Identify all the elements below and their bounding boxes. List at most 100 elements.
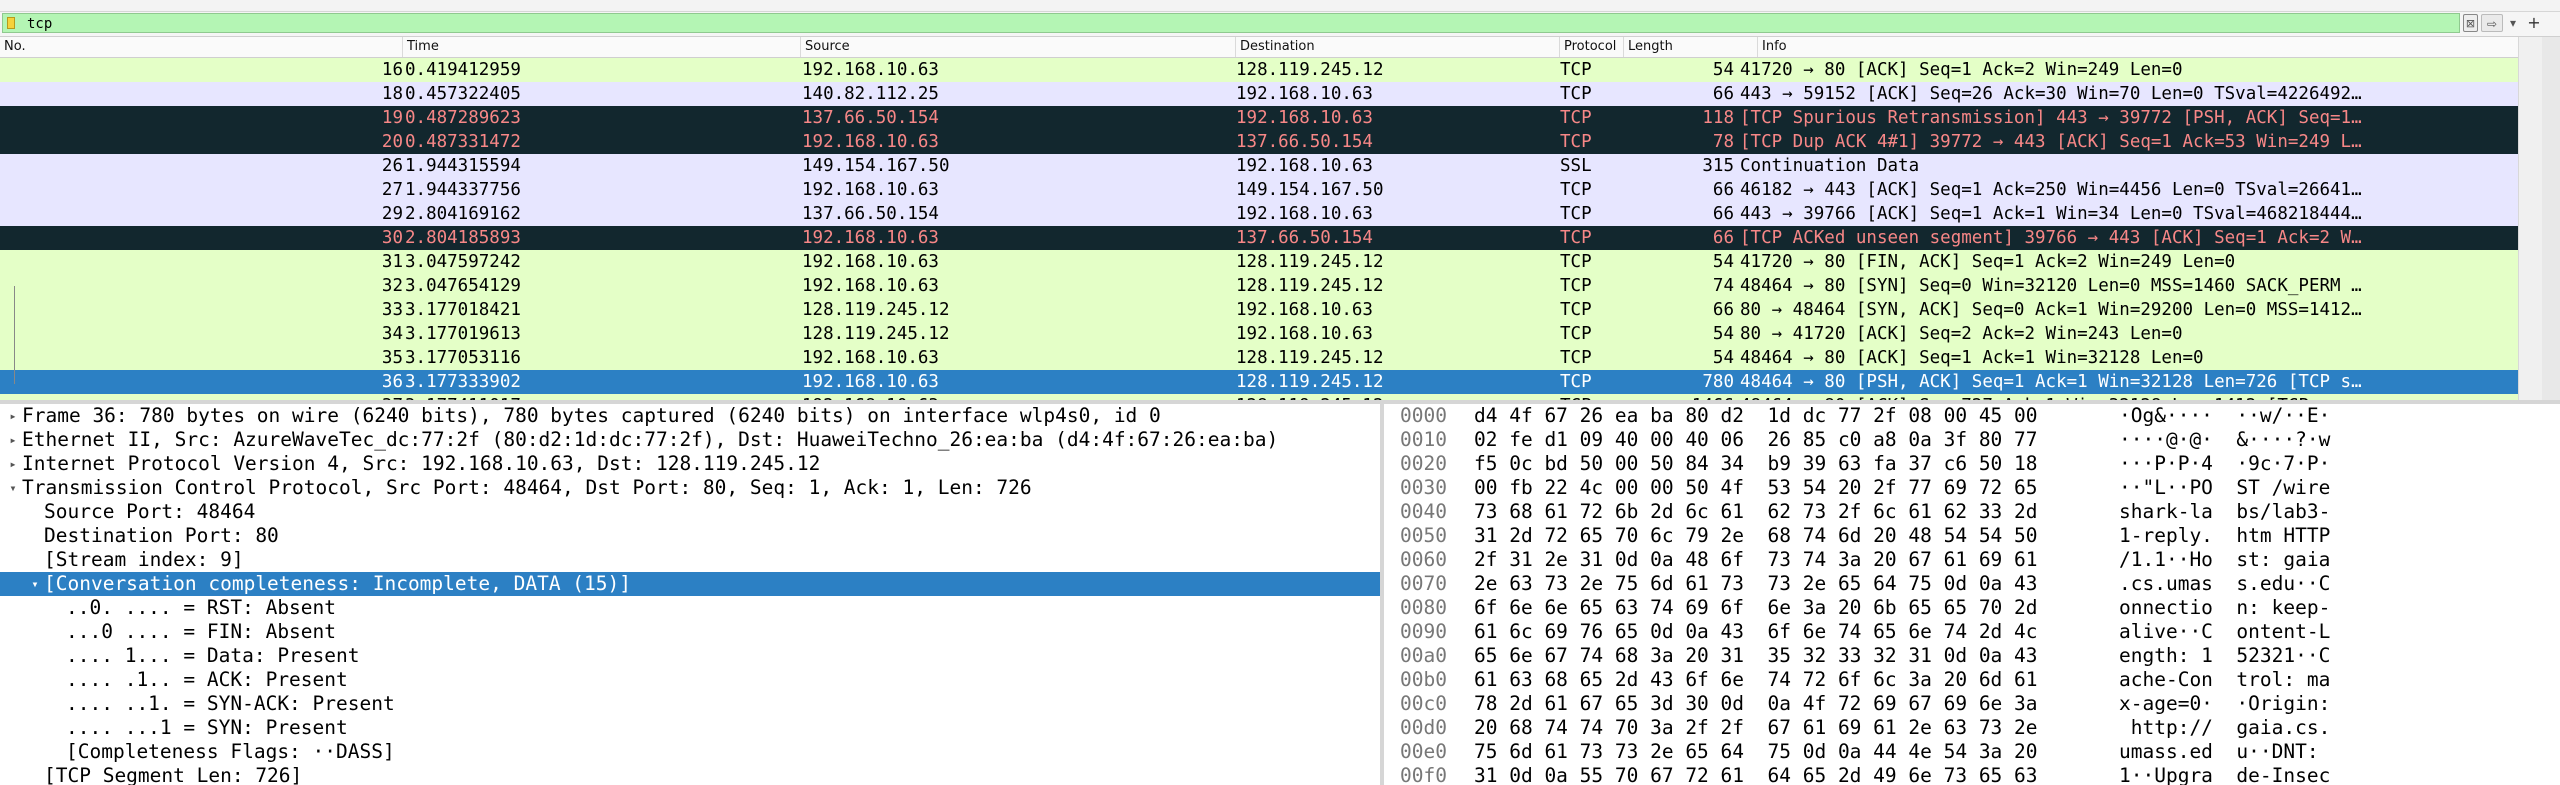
detail-tree-item[interactable]: ▸ Ethernet II, Src: AzureWaveTec_dc:77:2f… (0, 428, 1380, 452)
collapse-arrow-icon[interactable]: ▸ (6, 404, 20, 428)
packet-info: 48464 → 80 [ACK] Seq=1 Ack=1 Win=32128 L… (1740, 348, 2204, 368)
hex-row[interactable]: 00e0 75 6d 61 73 73 2e 65 64 75 0d 0a 44 … (1384, 740, 2560, 764)
detail-text: Ethernet II, Src: AzureWaveTec_dc:77:2f … (22, 428, 1279, 451)
hex-offset: 00a0 (1400, 644, 1447, 667)
detail-tree-item[interactable]: [Stream index: 9] (0, 548, 1380, 572)
hex-row[interactable]: 00a0 65 6e 67 74 68 3a 20 31 35 32 33 32 … (1384, 644, 2560, 668)
add-filter-button-icon[interactable]: + (2526, 14, 2542, 32)
column-header-destination[interactable]: Destination (1235, 37, 1562, 57)
packet-minimap[interactable] (2542, 37, 2560, 400)
hex-row[interactable]: 0040 73 68 61 72 6b 2d 6c 61 62 73 2f 6c … (1384, 500, 2560, 524)
apply-filter-icon[interactable]: ⇨ (2481, 14, 2503, 32)
packet-no: 27 (381, 180, 403, 200)
hex-ascii: .cs.umas s.edu··C (2119, 572, 2331, 595)
packet-row[interactable]: 36 3.177333902 192.168.10.63 128.119.245.12… (0, 370, 2518, 394)
recent-filters-icon[interactable]: ▾ (2506, 14, 2520, 32)
hex-row[interactable]: 0060 2f 31 2e 31 0d 0a 48 6f 73 74 3a 20 … (1384, 548, 2560, 572)
conversation-line (14, 286, 15, 384)
hex-offset: 0020 (1400, 452, 1447, 475)
hex-bytes: 2e 63 73 2e 75 6d 61 73 73 2e 65 64 75 0… (1474, 572, 2038, 595)
hex-row[interactable]: 0010 02 fe d1 09 40 00 40 06 26 85 c0 a8 … (1384, 428, 2560, 452)
detail-tree-item[interactable]: .... ...1 = SYN: Present (0, 716, 1380, 740)
hex-offset: 0050 (1400, 524, 1447, 547)
packet-bytes-pane[interactable]: 0000 d4 4f 67 26 ea ba 80 d2 1d dc 77 2f … (1384, 404, 2560, 785)
detail-tree-item[interactable]: Destination Port: 80 (0, 524, 1380, 548)
detail-tree-item[interactable]: ▾ [Conversation completeness: Incomplete,… (0, 572, 1380, 596)
hex-row[interactable]: 0000 d4 4f 67 26 ea ba 80 d2 1d dc 77 2f … (1384, 404, 2560, 428)
detail-tree-item[interactable]: ▸ Internet Protocol Version 4, Src: 192.1… (0, 452, 1380, 476)
packet-row[interactable]: 35 3.177053116 192.168.10.63 128.119.245.12… (0, 346, 2518, 370)
clear-filter-icon[interactable]: ⊠ (2463, 14, 2478, 32)
packet-row[interactable]: 30 2.804185893 192.168.10.63 137.66.50.154 T… (0, 226, 2518, 250)
detail-tree-item[interactable]: .... .1.. = ACK: Present (0, 668, 1380, 692)
packet-row[interactable]: 26 1.944315594 149.154.167.50 192.168.10.63… (0, 154, 2518, 178)
detail-tree-item[interactable]: Source Port: 48464 (0, 500, 1380, 524)
display-filter-bar: tcp ⊠ ⇨ ▾ + (0, 12, 2560, 37)
hex-row[interactable]: 00d0 20 68 74 74 70 3a 2f 2f 67 61 69 61 … (1384, 716, 2560, 740)
packet-destination: 192.168.10.63 (1236, 324, 1373, 344)
packet-length: 74 (1712, 276, 1734, 296)
detail-tree-item[interactable]: [TCP Segment Len: 726] (0, 764, 1380, 785)
collapse-arrow-icon[interactable]: ▸ (6, 428, 20, 452)
hex-bytes: 6f 6e 6e 65 63 74 69 6f 6e 3a 20 6b 65 6… (1474, 596, 2038, 619)
packet-no: 32 (381, 276, 403, 296)
detail-tree-item[interactable]: ...0 .... = FIN: Absent (0, 620, 1380, 644)
expand-arrow-icon[interactable]: ▾ (6, 476, 20, 500)
packet-row[interactable]: 34 3.177019613 128.119.245.12 192.168.10.63… (0, 322, 2518, 346)
packet-protocol: TCP (1560, 180, 1592, 200)
collapse-arrow-icon[interactable]: ▸ (6, 452, 20, 476)
column-header-info[interactable]: Info (1757, 37, 2518, 57)
detail-text: ..0. .... = RST: Absent (66, 596, 337, 619)
packet-info: 46182 → 443 [ACK] Seq=1 Ack=250 Win=4456… (1740, 180, 2362, 200)
packet-time: 3.177053116 (405, 348, 521, 368)
expand-arrow-icon[interactable]: ▾ (28, 572, 42, 596)
detail-text: .... ..1. = SYN-ACK: Present (66, 692, 395, 715)
packet-row[interactable]: 16 0.419412959 192.168.10.63 128.119.245.12… (0, 58, 2518, 82)
detail-tree-item[interactable]: ▸ Frame 36: 780 bytes on wire (6240 bits)… (0, 404, 1380, 428)
detail-text: [Stream index: 9] (44, 548, 244, 571)
column-header-protocol[interactable]: Protocol (1559, 37, 1628, 57)
hex-offset: 0070 (1400, 572, 1447, 595)
column-header-source[interactable]: Source (800, 37, 1237, 57)
packet-protocol: TCP (1560, 108, 1592, 128)
packet-row[interactable]: 31 3.047597242 192.168.10.63 128.119.245.12… (0, 250, 2518, 274)
detail-tree-item[interactable]: .... 1... = Data: Present (0, 644, 1380, 668)
packet-list-scrollbar[interactable] (2518, 37, 2543, 400)
packet-row[interactable]: 18 0.457322405 140.82.112.25 192.168.10.63 T… (0, 82, 2518, 106)
bookmark-icon[interactable] (7, 17, 15, 29)
hex-row[interactable]: 00b0 61 63 68 65 2d 43 6f 6e 74 72 6f 6c … (1384, 668, 2560, 692)
hex-row[interactable]: 0090 61 6c 69 76 65 0d 0a 43 6f 6e 74 65 … (1384, 620, 2560, 644)
hex-row[interactable]: 0020 f5 0c bd 50 00 50 84 34 b9 39 63 fa … (1384, 452, 2560, 476)
packet-row[interactable]: 20 0.487331472 192.168.10.63 137.66.50.154 T… (0, 130, 2518, 154)
hex-row[interactable]: 00f0 31 0d 0a 55 70 67 72 61 64 65 2d 49 … (1384, 764, 2560, 785)
hex-offset: 00b0 (1400, 668, 1447, 691)
hex-row[interactable]: 0080 6f 6e 6e 65 63 74 69 6f 6e 3a 20 6b … (1384, 596, 2560, 620)
column-header-time[interactable]: Time (402, 37, 802, 57)
hex-row[interactable]: 0030 00 fb 22 4c 00 00 50 4f 53 54 20 2f … (1384, 476, 2560, 500)
detail-tree-item[interactable]: ▾ Transmission Control Protocol, Src Port… (0, 476, 1380, 500)
column-header-length[interactable]: Length (1623, 37, 1762, 57)
detail-tree-item[interactable]: ..0. .... = RST: Absent (0, 596, 1380, 620)
hex-offset: 0090 (1400, 620, 1447, 643)
hex-row[interactable]: 0070 2e 63 73 2e 75 6d 61 73 73 2e 65 64 … (1384, 572, 2560, 596)
hex-row[interactable]: 0050 31 2d 72 65 70 6c 79 2e 68 74 6d 20 … (1384, 524, 2560, 548)
packet-info: [TCP Dup ACK 4#1] 39772 → 443 [ACK] Seq=… (1740, 132, 2362, 152)
hex-offset: 0030 (1400, 476, 1447, 499)
display-filter-input[interactable]: tcp (2, 13, 2460, 33)
packet-row[interactable]: 27 1.944337756 192.168.10.63 149.154.167.50… (0, 178, 2518, 202)
packet-row[interactable]: 33 3.177018421 128.119.245.12 192.168.10.63… (0, 298, 2518, 322)
packet-row[interactable]: 32 3.047654129 192.168.10.63 128.119.245.12… (0, 274, 2518, 298)
packet-details-pane[interactable]: ▸ Frame 36: 780 bytes on wire (6240 bits)… (0, 404, 1380, 785)
detail-tree-item[interactable]: .... ..1. = SYN-ACK: Present (0, 692, 1380, 716)
packet-destination: 137.66.50.154 (1236, 132, 1373, 152)
packet-row[interactable]: 19 0.487289623 137.66.50.154 192.168.10.63 T… (0, 106, 2518, 130)
column-header-no[interactable]: No. (0, 37, 406, 57)
hex-ascii: x-age=0· ·Origin: (2119, 692, 2331, 715)
packet-protocol: SSL (1560, 156, 1592, 176)
hex-row[interactable]: 00c0 78 2d 61 67 65 3d 30 0d 0a 4f 72 69 … (1384, 692, 2560, 716)
detail-tree-item[interactable]: [Completeness Flags: ··DASS] (0, 740, 1380, 764)
packet-source: 128.119.245.12 (802, 324, 950, 344)
packet-protocol: TCP (1560, 324, 1592, 344)
packet-list[interactable]: No. Time Source Destination Protocol Len… (0, 37, 2560, 400)
packet-row[interactable]: 29 2.804169162 137.66.50.154 192.168.10.63 T… (0, 202, 2518, 226)
